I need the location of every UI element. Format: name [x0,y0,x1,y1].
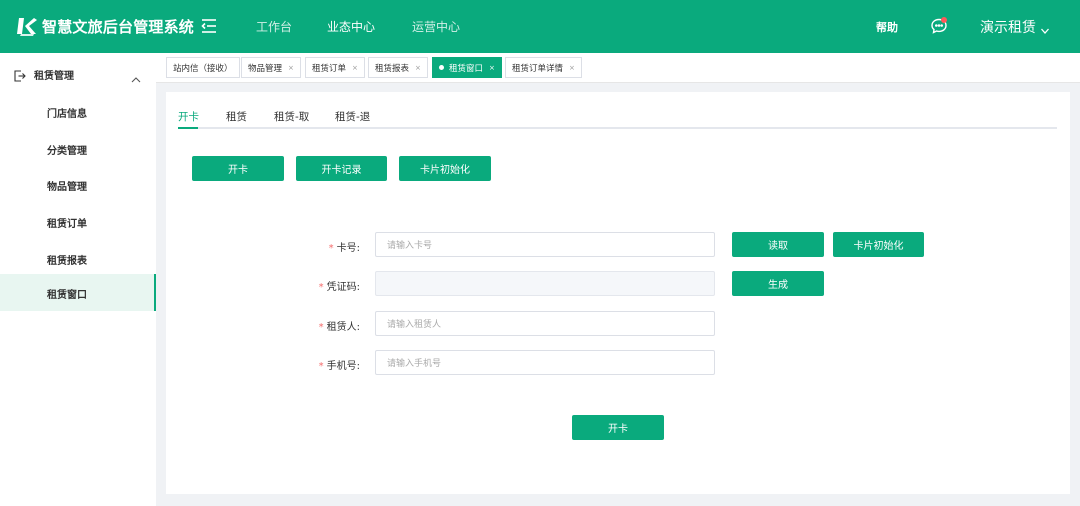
card-no-placeholder: 请输入卡号 [387,241,433,251]
open-card-record-button[interactable]: 开卡记录 [296,156,387,181]
close-icon[interactable]: × [352,64,358,72]
app-logo[interactable]: 智慧文旅后台管理系统 [16,15,194,37]
subtab-rent[interactable]: 租赁 [226,109,247,124]
sidebar-item-category[interactable]: 分类管理 [0,130,156,167]
topnav-operation-center[interactable]: 运营中心 [412,18,460,35]
voucher-label-text: 凭证码: [326,282,360,293]
tag-label: 租赁报表 [375,63,410,74]
card-init-inline-button[interactable]: 卡片初始化 [833,232,924,257]
user-name[interactable]: 演示租赁 [980,17,1036,37]
submit-open-card-button[interactable]: 开卡 [572,415,664,440]
menu-collapse-icon[interactable] [200,17,218,35]
subtab-divider [178,127,1057,129]
topnav-business-center[interactable]: 业态中心 [327,18,375,35]
logo-icon [16,15,38,37]
tag-rental-window[interactable]: 租赁窗口 × [432,57,502,78]
sidebar-item-rental-report[interactable]: 租赁报表 [0,240,156,277]
tag-goods-management[interactable]: 物品管理 × [241,57,301,78]
help-link[interactable]: 帮助 [876,19,898,35]
topnav-workbench[interactable]: 工作台 [256,18,292,35]
subtab-open-card[interactable]: 开卡 [178,109,199,124]
card-init-button[interactable]: 卡片初始化 [399,156,491,181]
tag-rental-orders[interactable]: 租赁订单 × [305,57,365,78]
tag-label: 物品管理 [248,63,283,74]
phone-placeholder: 请输入手机号 [387,359,442,369]
sidebar-item-label: 门店信息 [47,109,87,120]
notification-dot [941,17,947,23]
main-card: 开卡 租赁 租赁-取 租赁-退 开卡 开卡记录 卡片初始化 * 卡号: 请输入卡号… [166,92,1070,494]
sidebar-item-label: 物品管理 [47,182,87,193]
subtab-rent-return[interactable]: 租赁-退 [335,109,370,124]
renter-label: * 租赁人: [240,318,360,333]
top-header: 智慧文旅后台管理系统 工作台 业态中心 运营中心 帮助 演示租赁 [0,0,1080,53]
exit-icon [14,67,26,82]
required-mark: * [318,361,324,372]
tags-view-bar: 站内信（接收） 物品管理 × 租赁订单 × 租赁报表 × 租赁窗口 × 租赁订单… [156,53,1080,83]
close-icon[interactable]: × [288,64,294,72]
active-dot [439,65,444,70]
chevron-up-icon [131,69,141,83]
sidebar-item-rental-window[interactable]: 租赁窗口 [0,274,156,311]
voucher-input [375,271,715,296]
voucher-label: * 凭证码: [240,278,360,293]
close-icon[interactable]: × [569,64,575,72]
phone-label-text: 手机号: [326,361,360,372]
card-no-label-text: 卡号: [336,243,360,254]
chevron-down-icon[interactable] [1040,21,1050,34]
tag-label: 租赁订单 [312,63,347,74]
sidebar-item-label: 租赁窗口 [47,290,87,301]
required-mark: * [318,322,324,333]
sidebar-item-goods[interactable]: 物品管理 [0,166,156,203]
renter-input[interactable]: 请输入租赁人 [375,311,715,336]
renter-placeholder: 请输入租赁人 [387,320,442,330]
sidebar-group-rental[interactable]: 租赁管理 [0,53,156,95]
tag-label: 站内信（接收） [173,63,233,74]
tag-label: 租赁订单详情 [512,63,564,74]
subtab-active-indicator [178,127,198,129]
sidebar-item-label: 租赁订单 [47,219,87,230]
tag-label: 租赁窗口 [449,63,484,74]
card-no-label: * 卡号: [240,239,360,254]
close-icon[interactable]: × [415,64,421,72]
tag-rental-report[interactable]: 租赁报表 × [368,57,428,78]
sidebar-item-rental-orders[interactable]: 租赁订单 [0,203,156,240]
tag-rental-order-detail[interactable]: 租赁订单详情 × [505,57,582,78]
sidebar-item-label: 租赁报表 [47,256,87,267]
card-no-input[interactable]: 请输入卡号 [375,232,715,257]
sidebar-group-label: 租赁管理 [34,71,74,82]
app-title: 智慧文旅后台管理系统 [42,17,195,36]
sidebar-item-label: 分类管理 [47,146,87,157]
required-mark: * [328,243,334,254]
phone-label: * 手机号: [240,357,360,372]
read-card-button[interactable]: 读取 [732,232,824,257]
sidebar: 租赁管理 门店信息 分类管理 物品管理 租赁订单 租赁报表 租赁窗口 [0,53,156,506]
phone-input[interactable]: 请输入手机号 [375,350,715,375]
required-mark: * [318,282,324,293]
sidebar-item-store-info[interactable]: 门店信息 [0,93,156,130]
subtab-rent-take[interactable]: 租赁-取 [274,109,309,124]
open-card-button[interactable]: 开卡 [192,156,284,181]
generate-button[interactable]: 生成 [732,271,824,296]
tag-inbox[interactable]: 站内信（接收） [166,57,240,78]
renter-label-text: 租赁人: [326,322,360,333]
close-icon[interactable]: × [489,64,495,72]
message-icon[interactable] [930,17,948,35]
